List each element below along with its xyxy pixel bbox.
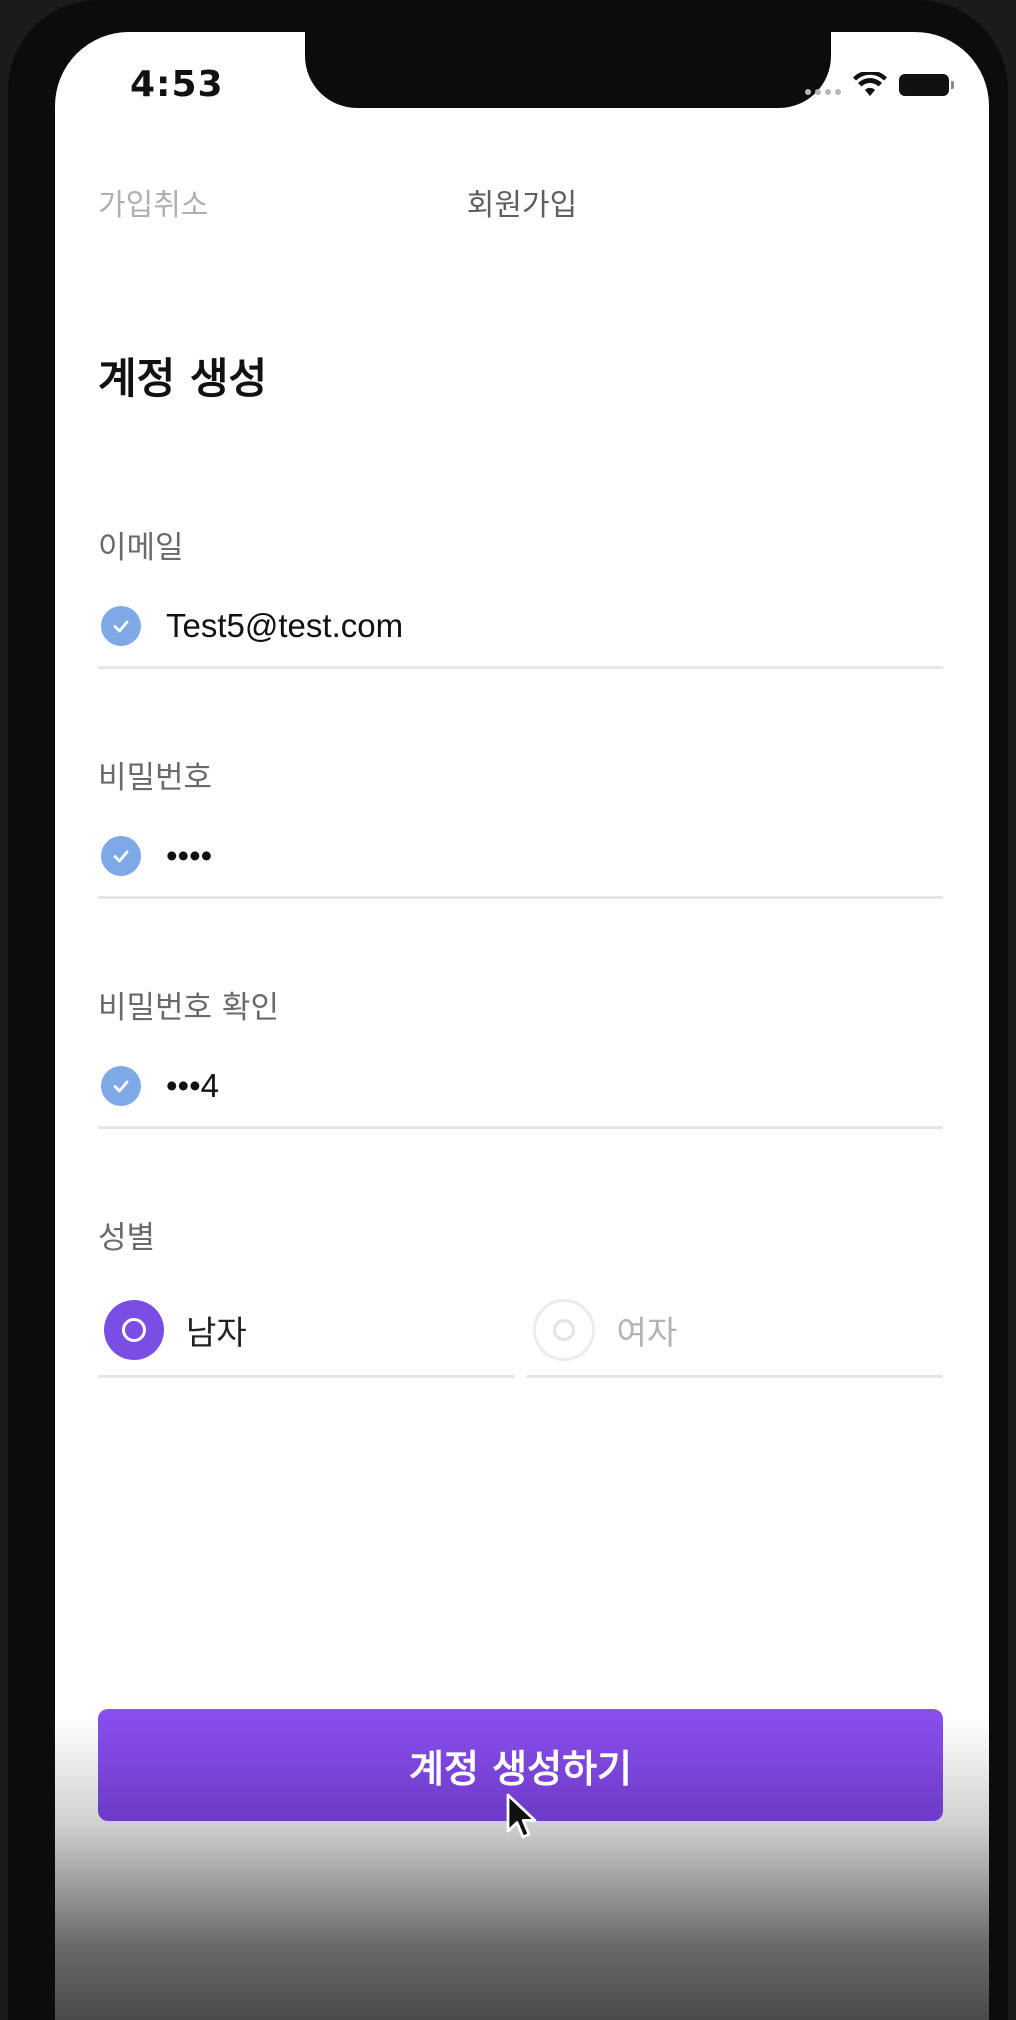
check-circle-icon (101, 1066, 141, 1106)
password-confirm-field-row: •••4 (98, 1056, 943, 1129)
gender-options: 남자 여자 (98, 1292, 943, 1378)
battery-icon (899, 74, 954, 96)
cellular-signal-icon (805, 75, 841, 95)
password-field-row: •••• (98, 826, 943, 899)
wifi-icon (853, 72, 887, 96)
gender-label: 성별 (98, 1220, 156, 1256)
password-confirm-input[interactable]: •••4 (166, 1067, 219, 1105)
gender-option-male[interactable]: 남자 (98, 1292, 515, 1378)
radio-unselected-icon[interactable] (532, 1298, 595, 1361)
password-confirm-field-group: 비밀번호 확인 •••4 (98, 982, 943, 1129)
password-confirm-label: 비밀번호 확인 (98, 990, 279, 1026)
check-circle-icon (101, 836, 141, 876)
email-field-group: 이메일 Test5@test.com (98, 522, 943, 669)
email-label: 이메일 (98, 530, 184, 566)
check-circle-icon (101, 606, 141, 646)
email-input[interactable]: Test5@test.com (166, 607, 403, 645)
device-notch (305, 32, 831, 108)
phone-frame: 4:53 가입취소 회원가입 계정 생성 이메일 Test5@test.com … (8, 0, 1008, 2020)
nav-title: 회원가입 (466, 188, 578, 223)
gender-option-female[interactable]: 여자 (526, 1292, 943, 1378)
gender-option-label: 남자 (186, 1312, 247, 1352)
gender-option-label: 여자 (616, 1312, 678, 1352)
mouse-cursor-icon (506, 1793, 537, 1839)
status-icons (805, 72, 954, 98)
app-screen: 4:53 가입취소 회원가입 계정 생성 이메일 Test5@test.com … (55, 32, 989, 2020)
gender-field-group: 성별 (98, 1212, 943, 1256)
password-label: 비밀번호 (98, 760, 213, 796)
email-field-row: Test5@test.com (98, 596, 943, 669)
password-input[interactable]: •••• (166, 837, 212, 875)
radio-selected-icon[interactable] (104, 1299, 164, 1360)
password-field-group: 비밀번호 •••• (98, 752, 943, 899)
section-title: 계정 생성 (98, 354, 268, 403)
status-time: 4:53 (130, 64, 224, 105)
